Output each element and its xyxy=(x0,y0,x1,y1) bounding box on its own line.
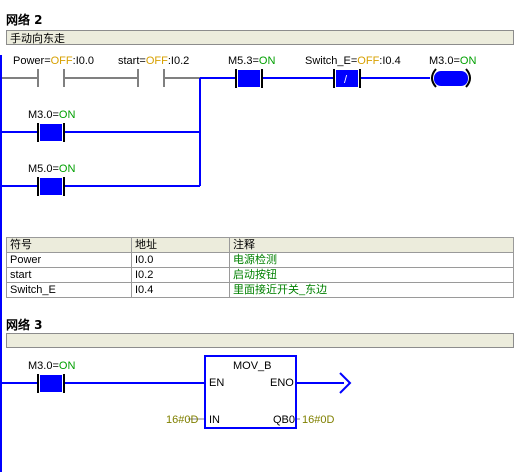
cell-symbol: Switch_E xyxy=(6,282,132,298)
out-pin-label: QB0 xyxy=(273,414,295,426)
en-pin-label: EN xyxy=(209,377,224,389)
header-address[interactable]: 地址 xyxy=(131,237,230,253)
contact-m3-0[interactable]: M3.0=ON xyxy=(28,109,75,142)
table-row[interactable]: Switch_E I0.4 里面接近开关_东边 xyxy=(6,282,514,298)
contact-switch-e-label: Switch_E=OFF:I0.4 xyxy=(305,55,401,67)
contact-power[interactable]: Power=OFF:I0.0 xyxy=(13,55,94,87)
cell-comment: 电源检测 xyxy=(229,252,514,268)
ladder-editor: 网络 2 手动向东走 Power=OFF:I0.0 start=OFF:I0.2 xyxy=(0,0,514,472)
mov-b-title: MOV_B xyxy=(233,360,272,372)
mov-b-block[interactable]: MOV_B EN ENO IN QB0 xyxy=(204,355,297,429)
header-comment[interactable]: 注释 xyxy=(229,237,514,253)
contact-m5-0-label: M5.0=ON xyxy=(28,163,75,175)
contact-m3-0-label: M3.0=ON xyxy=(28,109,75,121)
cell-symbol: start xyxy=(6,267,132,283)
coil-m3-0[interactable]: M3.0=ON xyxy=(429,55,476,88)
contact-m5-0[interactable]: M5.0=ON xyxy=(28,163,75,196)
header-symbol[interactable]: 符号 xyxy=(6,237,132,253)
network-3-comment[interactable] xyxy=(6,333,514,348)
cell-symbol: Power xyxy=(6,252,132,268)
cell-address: I0.2 xyxy=(131,267,230,283)
contact-m5-3[interactable]: M5.3=ON xyxy=(228,55,275,88)
table-row[interactable]: Power I0.0 电源检测 xyxy=(6,252,514,268)
cell-address: I0.4 xyxy=(131,282,230,298)
contact-m3-0-n3[interactable]: M3.0=ON xyxy=(28,360,75,393)
contact-start-label: start=OFF:I0.2 xyxy=(118,55,189,67)
contact-switch-e[interactable]: / Switch_E=OFF:I0.4 xyxy=(305,55,401,88)
contact-m3-0-n3-label: M3.0=ON xyxy=(28,360,75,372)
ladder-canvas: Power=OFF:I0.0 start=OFF:I0.2 M5.3=ON / … xyxy=(0,55,476,472)
cell-address: I0.0 xyxy=(131,252,230,268)
cell-comment: 里面接近开关_东边 xyxy=(229,282,514,298)
eno-pin-label: ENO xyxy=(270,377,294,389)
out-value[interactable]: 16#0D xyxy=(302,414,334,426)
contact-start[interactable]: start=OFF:I0.2 xyxy=(118,55,189,87)
symbol-table-header: 符号 地址 注释 xyxy=(6,237,514,253)
coil-m3-0-label: M3.0=ON xyxy=(429,55,476,67)
network-3-title[interactable]: 网络 3 xyxy=(6,316,43,333)
symbol-table: 符号 地址 注释 Power I0.0 电源检测 start I0.2 启动按钮… xyxy=(6,237,514,298)
in-value[interactable]: 16#0D xyxy=(166,414,198,426)
cell-comment: 启动按钮 xyxy=(229,267,514,283)
contact-power-label: Power=OFF:I0.0 xyxy=(13,55,94,67)
table-row[interactable]: start I0.2 启动按钮 xyxy=(6,267,514,283)
in-pin-label: IN xyxy=(209,414,220,426)
contact-m5-3-label: M5.3=ON xyxy=(228,55,275,67)
